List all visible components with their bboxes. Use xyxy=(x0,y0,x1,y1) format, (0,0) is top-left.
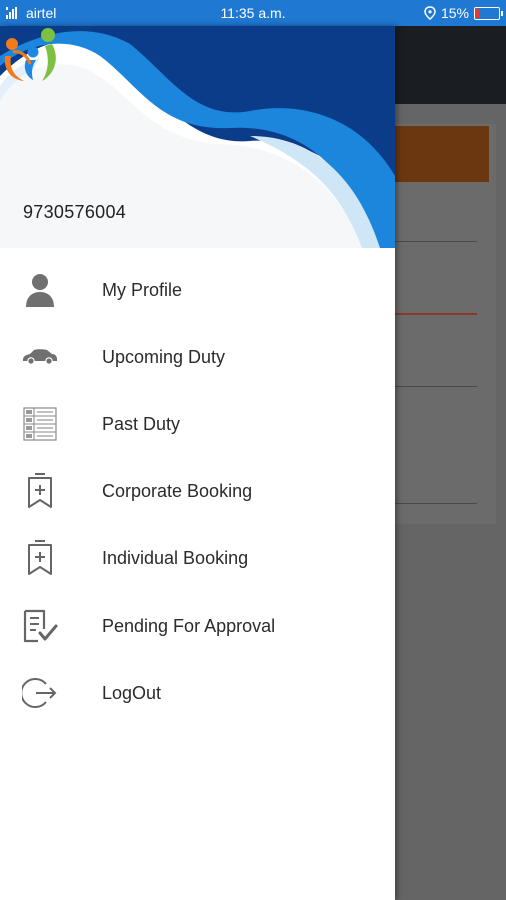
status-right: 15% xyxy=(424,0,503,26)
clock: 11:35 a.m. xyxy=(220,5,286,21)
divider xyxy=(395,503,477,504)
battery-percent: 15% xyxy=(440,5,469,21)
menu-item-pending-for-approval[interactable]: Pending For Approval xyxy=(0,596,395,656)
app-logo xyxy=(4,28,56,81)
menu-item-individual-booking[interactable]: Individual Booking xyxy=(0,528,395,588)
background-card xyxy=(395,124,496,524)
person-icon xyxy=(22,272,58,308)
status-left: airtel xyxy=(6,0,56,26)
menu-item-corporate-booking[interactable]: Corporate Booking xyxy=(0,461,395,521)
carrier-name: airtel xyxy=(26,5,57,21)
divider xyxy=(395,313,477,315)
checklist-grid-icon xyxy=(22,406,58,442)
background-banner xyxy=(395,126,489,182)
menu-label: LogOut xyxy=(102,682,162,703)
drawer-header: 9730576004 xyxy=(0,26,395,248)
divider xyxy=(395,386,477,387)
menu-item-past-duty[interactable]: Past Duty xyxy=(0,394,395,454)
menu-label: My Profile xyxy=(102,279,183,300)
background-screen[interactable] xyxy=(395,26,506,900)
menu-label: Corporate Booking xyxy=(102,480,253,501)
bookmark-add-icon xyxy=(22,540,58,576)
menu-item-my-profile[interactable]: My Profile xyxy=(0,260,395,320)
status-bar: airtel 11:35 a.m. 15% xyxy=(0,0,506,26)
menu-item-upcoming-duty[interactable]: Upcoming Duty xyxy=(0,327,395,387)
user-phone-number: 9730576004 xyxy=(23,202,127,222)
logout-icon xyxy=(22,675,58,711)
navigation-drawer: 9730576004 My Profile Upcoming Duty Past… xyxy=(0,26,395,900)
menu-label: Individual Booking xyxy=(102,547,249,568)
menu-item-logout[interactable]: LogOut xyxy=(0,663,395,723)
background-toolbar xyxy=(395,26,506,104)
menu-label: Past Duty xyxy=(102,413,181,434)
car-icon xyxy=(22,339,58,375)
location-icon xyxy=(424,6,436,20)
menu-label: Upcoming Duty xyxy=(102,346,226,367)
document-check-icon xyxy=(22,608,58,644)
battery-icon xyxy=(474,6,503,20)
divider xyxy=(395,241,477,242)
menu-label: Pending For Approval xyxy=(102,615,276,636)
signal-icon xyxy=(6,7,17,19)
bookmark-add-icon xyxy=(22,473,58,509)
